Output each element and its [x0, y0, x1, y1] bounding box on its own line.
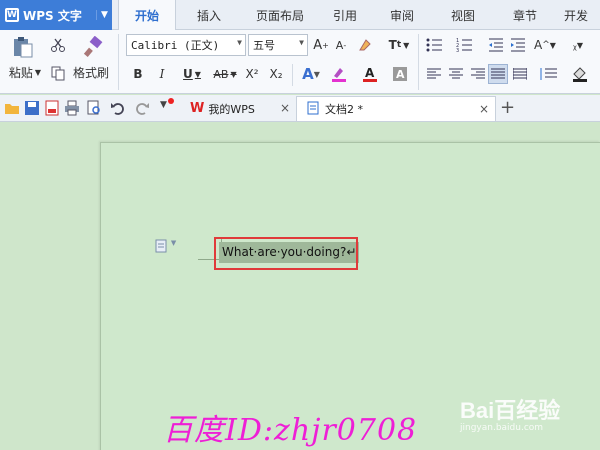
copy-icon[interactable] — [48, 64, 68, 82]
format-painter-button[interactable]: 格式刷 — [70, 63, 112, 81]
align-right-icon[interactable] — [468, 64, 488, 84]
doc-tab-label: 我的WPS — [208, 102, 255, 116]
wps-logo-icon: W — [190, 101, 205, 116]
bold-button[interactable]: B — [130, 64, 146, 84]
app-title: WPS 文字 — [23, 8, 82, 23]
new-tab-icon[interactable]: + — [500, 97, 516, 118]
subscript-button[interactable]: X₂ — [266, 64, 286, 84]
format-painter-icon[interactable] — [80, 34, 106, 60]
app-menu-button[interactable]: W WPS 文字 ▼ — [0, 0, 112, 30]
paste-button[interactable]: 粘贴 ▼ — [6, 63, 44, 81]
change-case-icon[interactable]: A ^ ▼ — [532, 35, 558, 55]
close-icon[interactable]: × — [280, 101, 290, 115]
align-left-icon[interactable] — [424, 64, 444, 84]
italic-button[interactable]: I — [154, 64, 170, 84]
font-size-select[interactable]: 五号 ▼ — [248, 34, 308, 56]
baidu-watermark: Bai百经验 jingyan.baidu.com — [460, 393, 590, 443]
shading-icon[interactable] — [568, 64, 594, 84]
tab-insert[interactable]: 插入 — [176, 0, 242, 30]
superscript-button[interactable]: X² — [242, 64, 262, 84]
chevron-down-icon[interactable]: ▼ — [96, 10, 112, 20]
print-icon[interactable] — [64, 100, 80, 116]
font-size-value: 五号 — [253, 39, 275, 52]
watermark-text: 百度ID:zhjr0708 — [163, 413, 418, 448]
svg-text:A: A — [365, 66, 375, 80]
svg-text:A: A — [396, 68, 405, 81]
distribute-icon[interactable] — [510, 64, 530, 84]
underline-label: U — [183, 67, 193, 81]
decrease-indent-icon[interactable] — [486, 35, 506, 55]
cut-icon[interactable] — [48, 36, 68, 54]
clear-format-icon[interactable] — [356, 35, 374, 55]
chevron-down-icon: ▼ — [237, 38, 242, 47]
clipboard-icon[interactable] — [10, 34, 36, 60]
tab-chapter[interactable]: 章节 — [494, 0, 556, 30]
tab-developer[interactable]: 开发 — [556, 0, 596, 30]
justify-icon[interactable] — [488, 64, 508, 84]
redo-icon[interactable] — [134, 100, 150, 116]
char-shading-icon[interactable]: A — [390, 64, 410, 84]
grow-font-button[interactable]: A + — [312, 35, 330, 55]
svg-text:3: 3 — [456, 48, 459, 53]
highlight-color-button[interactable] — [326, 64, 352, 84]
strikethrough-button[interactable]: AB ▼ — [210, 64, 240, 84]
ribbon: 粘贴 ▼ 格式刷 Calibri (正文) ▼ 五号 ▼ A + A- Tt ▼ B … — [0, 30, 600, 94]
paragraph-layout-icon[interactable]: ▼ — [155, 239, 176, 256]
tab-view[interactable]: 视图 — [432, 0, 494, 30]
numbered-list-icon[interactable]: 123 — [454, 35, 478, 55]
chevron-down-icon: ▼ — [299, 38, 304, 47]
text-effects-button[interactable]: Tt ▼ — [384, 35, 414, 55]
tab-home[interactable]: 开始 — [118, 0, 176, 31]
baidu-url: jingyan.baidu.com — [460, 423, 544, 433]
strike-label: AB — [213, 67, 229, 81]
save-icon[interactable] — [24, 100, 40, 116]
document-icon — [307, 101, 319, 118]
pinyin-icon[interactable]: ᵪ ▼ — [566, 35, 590, 55]
divider — [292, 64, 293, 86]
underline-button[interactable]: U ▼ — [178, 64, 206, 84]
tab-page-layout[interactable]: 页面布局 — [242, 0, 318, 30]
menu-bar: W WPS 文字 ▼ 开始 插入 页面布局 引用 审阅 视图 章节 开发 — [0, 0, 600, 31]
tab-review[interactable]: 审阅 — [372, 0, 432, 30]
baidu-brand: Bai百经验 — [460, 398, 561, 423]
undo-icon[interactable] — [110, 100, 126, 116]
print-preview-icon[interactable] — [86, 100, 102, 116]
text-style-button[interactable]: A ▼ — [298, 64, 324, 84]
doc-tab-label: 文档2 * — [325, 103, 363, 116]
align-center-icon[interactable] — [446, 64, 466, 84]
wps-logo-icon: W — [5, 8, 19, 22]
line-spacing-icon[interactable] — [536, 64, 562, 84]
paste-label: 粘贴 — [8, 65, 33, 80]
doc-tab-my-wps[interactable]: W 我的WPS × — [186, 96, 296, 121]
notification-dot-icon — [168, 98, 174, 104]
font-name-value: Calibri (正文) — [131, 39, 220, 52]
divider — [418, 34, 419, 90]
quick-access-bar: ▼ W 我的WPS × 文档2 * × + — [0, 95, 600, 122]
close-icon[interactable]: × — [479, 102, 489, 116]
tab-references[interactable]: 引用 — [318, 0, 372, 30]
shrink-font-button[interactable]: A- — [332, 35, 350, 55]
divider — [118, 34, 119, 90]
menu-tabs: 开始 插入 页面布局 引用 审阅 视图 章节 开发 — [118, 0, 596, 31]
doc-tab-document2[interactable]: 文档2 * × — [296, 96, 496, 121]
font-color-button[interactable]: A — [356, 64, 384, 84]
bullet-list-icon[interactable] — [424, 35, 448, 55]
font-name-select[interactable]: Calibri (正文) ▼ — [126, 34, 246, 56]
open-folder-icon[interactable] — [4, 100, 20, 116]
export-pdf-icon[interactable] — [44, 100, 60, 116]
increase-indent-icon[interactable] — [508, 35, 528, 55]
highlight-box — [214, 237, 358, 270]
